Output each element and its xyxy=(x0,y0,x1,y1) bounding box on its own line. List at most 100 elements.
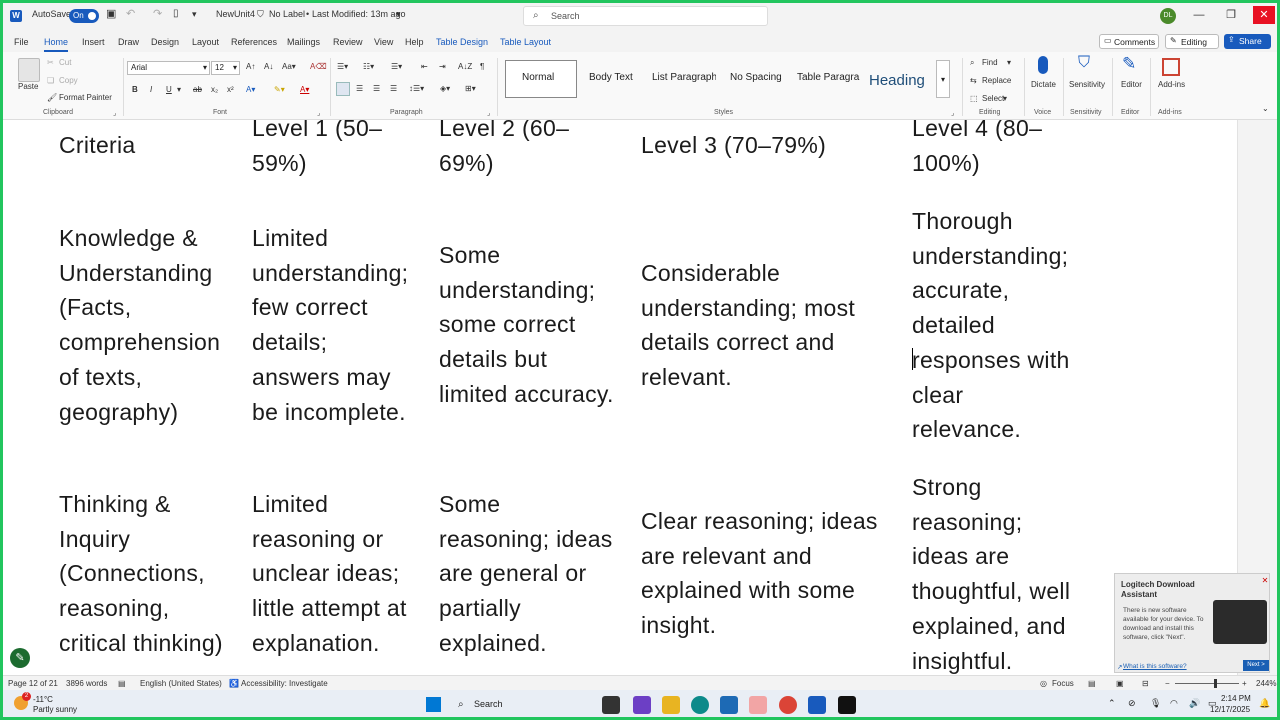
paste-button[interactable]: Paste xyxy=(18,82,38,91)
align-center-icon[interactable]: ☰ xyxy=(356,84,363,93)
editor-button[interactable]: Editor xyxy=(1121,80,1142,89)
toast-link[interactable]: What is this software? xyxy=(1123,663,1187,670)
multilevel-list-icon[interactable]: ☰▾ xyxy=(391,62,402,71)
print-layout-icon[interactable]: ▣ xyxy=(1116,679,1124,688)
tab-view[interactable]: View xyxy=(374,37,393,47)
font-name-box[interactable]: Arial ▾ xyxy=(127,61,210,75)
temperature[interactable]: -11°C xyxy=(33,695,53,704)
table-cell[interactable]: Some reasoning; ideas are general or par… xyxy=(439,487,613,661)
table-header-cell[interactable]: Level 1 (50– 59%) xyxy=(252,120,382,180)
table-header-cell[interactable]: Level 2 (60– 69%) xyxy=(439,120,569,180)
highlight-icon[interactable]: ✎▾ xyxy=(274,85,285,94)
tab-references[interactable]: References xyxy=(231,37,277,47)
zoom-in-icon[interactable]: + xyxy=(1242,679,1247,688)
font-color-icon[interactable]: A▾ xyxy=(300,85,309,94)
last-modified[interactable]: Last Modified: 13m ago xyxy=(312,9,406,19)
cut-button[interactable]: Cut xyxy=(59,58,71,67)
page-count[interactable]: Page 12 of 21 xyxy=(8,679,58,688)
autosave-toggle[interactable]: On xyxy=(69,9,99,23)
shrink-font-icon[interactable]: A↓ xyxy=(264,62,273,71)
volume-icon[interactable]: 🔊 xyxy=(1189,698,1200,709)
notifications-icon[interactable]: 🔔 xyxy=(1259,698,1270,709)
justify-icon[interactable]: ☰ xyxy=(390,84,397,93)
edge-icon[interactable] xyxy=(691,696,709,714)
zoom-slider-thumb[interactable] xyxy=(1214,679,1217,688)
find-button[interactable]: Find xyxy=(982,58,998,67)
avatar[interactable]: DL xyxy=(1160,8,1176,24)
zoom-out-icon[interactable]: − xyxy=(1165,679,1170,688)
bold-icon[interactable]: B xyxy=(132,85,138,94)
find-icon[interactable]: ⌕ xyxy=(970,58,974,68)
styles-gallery-more[interactable]: ▾ xyxy=(936,60,950,98)
close-button[interactable]: ✕ xyxy=(1253,6,1275,24)
notification-toast[interactable]: Logitech Download Assistant ✕ There is n… xyxy=(1114,573,1270,673)
borders-icon[interactable]: ⊞▾ xyxy=(465,84,476,93)
sort-icon[interactable]: A↓Z xyxy=(458,62,472,71)
pen-icon[interactable]: ✎ xyxy=(10,648,30,668)
line-spacing-icon[interactable]: ↕☰▾ xyxy=(409,84,424,93)
table-header-cell[interactable]: Level 3 (70–79%) xyxy=(641,128,826,163)
editor-icon[interactable]: ✎ xyxy=(1122,54,1136,74)
store-icon[interactable] xyxy=(720,696,738,714)
table-cell[interactable]: Knowledge & Understanding (Facts, compre… xyxy=(59,221,220,429)
add-ins-icon[interactable] xyxy=(1162,58,1180,76)
table-cell[interactable]: Some understanding; some correct details… xyxy=(439,238,614,412)
tab-draw[interactable]: Draw xyxy=(118,37,139,47)
dialog-launcher-icon[interactable]: ⌟ xyxy=(951,109,954,117)
tab-insert[interactable]: Insert xyxy=(82,37,105,47)
bullets-icon[interactable]: ☰▾ xyxy=(337,62,348,71)
file-explorer-icon[interactable] xyxy=(662,696,680,714)
redo-icon[interactable]: ↷ xyxy=(153,7,162,20)
document-page[interactable]: Criteria Level 1 (50– 59%) Level 2 (60– … xyxy=(0,120,1237,675)
collapse-ribbon-icon[interactable]: ⌄ xyxy=(1262,104,1269,113)
clear-formatting-icon[interactable]: A⌫ xyxy=(310,62,327,71)
underline-icon[interactable]: U xyxy=(166,85,172,94)
chevron-down-icon[interactable]: ▾ xyxy=(177,85,181,94)
table-cell[interactable]: Considerable understanding; most details… xyxy=(641,256,855,395)
sensitivity-label[interactable]: No Label xyxy=(269,9,305,19)
tab-file[interactable]: File xyxy=(14,37,29,47)
paste-icon[interactable] xyxy=(18,58,40,82)
tab-layout[interactable]: Layout xyxy=(192,37,219,47)
wifi-icon[interactable]: ◠ xyxy=(1170,698,1178,709)
decrease-indent-icon[interactable]: ⇤ xyxy=(421,62,428,71)
new-document-icon[interactable]: ▯ xyxy=(173,8,179,19)
subscript-icon[interactable]: x₂ xyxy=(211,85,218,94)
table-cell[interactable]: Limited understanding; few correct detai… xyxy=(252,221,408,429)
select-icon[interactable]: ⬚ xyxy=(970,94,978,103)
zoom-slider[interactable] xyxy=(1175,683,1239,684)
customize-qat-icon[interactable]: ▾ xyxy=(192,9,197,20)
restore-button[interactable]: ❐ xyxy=(1220,6,1242,24)
document-name[interactable]: NewUnit4 xyxy=(216,9,255,19)
copy-icon[interactable]: ❏ xyxy=(47,76,54,85)
table-header-cell[interactable]: Criteria xyxy=(59,128,136,163)
table-cell[interactable]: Limited reasoning or unclear ideas; litt… xyxy=(252,487,407,661)
style-body-text[interactable]: Body Text xyxy=(589,72,633,83)
word-icon[interactable] xyxy=(808,696,826,714)
style-normal-label[interactable]: Normal xyxy=(522,72,554,83)
app-icon[interactable] xyxy=(838,696,856,714)
clock-date[interactable]: 12/17/2025 xyxy=(1210,705,1250,714)
undo-icon[interactable]: ↶ xyxy=(126,7,135,20)
tab-design[interactable]: Design xyxy=(151,37,179,47)
sensitivity-button[interactable]: Sensitivity xyxy=(1069,80,1105,89)
grow-font-icon[interactable]: A↑ xyxy=(246,62,255,71)
add-ins-button[interactable]: Add-ins xyxy=(1158,80,1185,89)
table-cell[interactable]: Thorough understanding; accurate, detail… xyxy=(912,204,1070,447)
language-status[interactable]: English (United States) xyxy=(140,679,222,688)
minimize-button[interactable]: — xyxy=(1188,6,1210,24)
tab-table-layout[interactable]: Table Layout xyxy=(500,37,551,47)
table-cell[interactable]: Thinking & Inquiry (Connections, reasoni… xyxy=(59,487,223,661)
style-list-paragraph[interactable]: List Paragraph xyxy=(652,72,716,83)
chevron-down-icon[interactable]: ▾ xyxy=(1003,94,1007,103)
web-layout-icon[interactable]: ⊟ xyxy=(1142,679,1149,688)
numbering-icon[interactable]: ☷▾ xyxy=(363,62,374,71)
pdf-app-icon[interactable] xyxy=(749,696,767,714)
accessibility-status[interactable]: Accessibility: Investigate xyxy=(241,679,328,688)
tab-table-design[interactable]: Table Design xyxy=(436,37,488,47)
save-icon[interactable]: ▣ xyxy=(106,7,116,20)
chrome-icon[interactable] xyxy=(779,696,797,714)
cut-icon[interactable]: ✂ xyxy=(47,58,54,67)
replace-icon[interactable]: ⇆ xyxy=(970,76,977,85)
accessibility-icon[interactable]: ♿ xyxy=(229,679,239,688)
